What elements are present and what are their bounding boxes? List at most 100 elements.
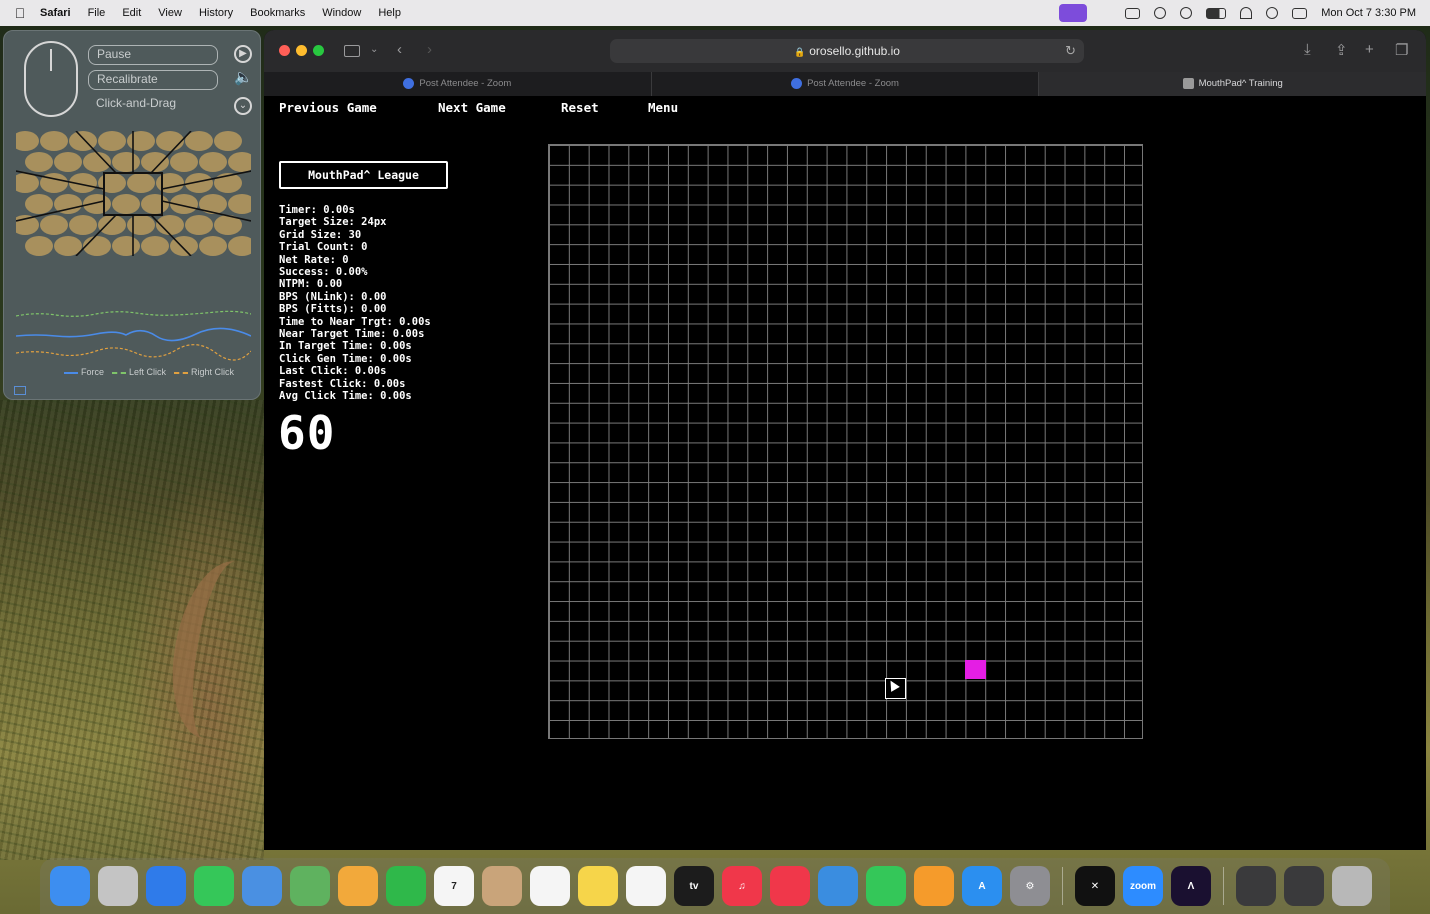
sensor-pad (98, 173, 126, 193)
fullscreen-window-button[interactable] (313, 45, 324, 56)
chevron-down-icon[interactable]: ⌄ (370, 44, 378, 55)
stat-success: Success: 0.00% (279, 266, 368, 279)
menu-link[interactable]: Menu (648, 100, 678, 115)
search-icon[interactable] (1266, 7, 1279, 19)
sensor-pad (25, 194, 53, 214)
previous-game-link[interactable]: Previous Game (279, 100, 377, 115)
news-icon[interactable] (770, 866, 810, 906)
tab-mouthpad-training[interactable]: MouthPad^ Training (1039, 72, 1426, 96)
chevron-down-icon[interactable]: ⌄ (234, 97, 252, 115)
tab-post-attendee-zoom-2[interactable]: Post Attendee - Zoom (652, 72, 1040, 96)
sensor-pad (40, 131, 68, 151)
tab-bar: Post Attendee - Zoom Post Attendee - Zoo… (264, 72, 1426, 96)
finder-icon[interactable] (50, 866, 90, 906)
menu-view[interactable]: View (158, 7, 182, 19)
sensor-pad (112, 194, 140, 214)
sensor-pad (54, 152, 82, 172)
mouthpad-panel: Pause Recalibrate Click-and-Drag ▶ 🔈 ⌄ F… (3, 30, 261, 400)
stat-last-click: Last Click: 0.00s (279, 365, 387, 378)
reload-icon[interactable]: ↻ (1065, 39, 1076, 63)
maps-icon[interactable] (290, 866, 330, 906)
download-icon[interactable]: ⤓ (1304, 41, 1311, 58)
menu-app-name[interactable]: Safari (40, 7, 71, 19)
contacts-icon[interactable] (482, 866, 522, 906)
forward-arrow-icon[interactable]: › (427, 41, 432, 58)
notes-icon[interactable] (578, 866, 618, 906)
trash-icon[interactable] (1332, 866, 1372, 906)
stat-grid-size: Grid Size: 30 (279, 228, 362, 241)
window-thumbnail-icon[interactable] (1284, 866, 1324, 906)
reminders-icon[interactable] (530, 866, 570, 906)
photos-icon[interactable] (338, 866, 378, 906)
system-settings-icon[interactable]: ⚙ (1010, 866, 1050, 906)
play-icon[interactable] (1180, 7, 1193, 19)
stat-bps-nlink: BPS (NLink): 0.00 (279, 290, 387, 303)
browser-toolbar: ⌄ ‹ › 🔒 orosello.github.io ↻ ⤓ ⇪ + ❐ (264, 30, 1426, 72)
launchpad-icon[interactable] (98, 866, 138, 906)
sensor-pad (127, 173, 155, 193)
tab-post-attendee-zoom-1[interactable]: Post Attendee - Zoom (264, 72, 652, 96)
menu-edit[interactable]: Edit (122, 7, 141, 19)
numbers-icon[interactable] (866, 866, 906, 906)
capcut-icon[interactable]: ✕ (1075, 866, 1115, 906)
speaker-icon[interactable]: 🔈 (234, 70, 253, 89)
reset-link[interactable]: Reset (561, 100, 599, 115)
keynote-icon[interactable] (818, 866, 858, 906)
screen-share-icon[interactable] (1059, 4, 1088, 22)
share-icon[interactable]: ⇪ (1335, 41, 1348, 59)
menu-help[interactable]: Help (378, 7, 401, 19)
pause-button[interactable]: Pause (88, 45, 218, 65)
play-icon[interactable]: ▶ (234, 45, 252, 63)
screen-mirror-icon[interactable] (1125, 7, 1141, 19)
sensor-pad (156, 131, 184, 151)
click-and-drag-toggle[interactable]: Click-and-Drag (88, 95, 218, 115)
menu-history[interactable]: History (199, 7, 233, 19)
close-window-button[interactable] (279, 45, 290, 56)
dock-separator (1223, 867, 1224, 905)
zoom-icon[interactable]: zoom (1123, 866, 1163, 906)
target-square[interactable] (965, 660, 986, 679)
pages-icon[interactable] (914, 866, 954, 906)
wifi-icon[interactable] (1240, 7, 1253, 19)
sensor-pad (83, 152, 111, 172)
menubar-clock[interactable]: Mon Oct 7 3:30 PM (1321, 7, 1416, 19)
freeform-icon[interactable] (626, 866, 666, 906)
mail-icon[interactable] (14, 386, 26, 395)
recalibrate-button[interactable]: Recalibrate (88, 70, 218, 90)
messages-icon[interactable] (194, 866, 234, 906)
app-store-icon[interactable]: A (962, 866, 1002, 906)
menu-bookmarks[interactable]: Bookmarks (250, 7, 305, 19)
back-arrow-icon[interactable]: ‹ (397, 41, 402, 58)
tab-overview-icon[interactable]: ❐ (1395, 41, 1408, 59)
new-tab-icon[interactable]: + (1365, 41, 1374, 58)
calendar-icon[interactable]: 7 (434, 866, 474, 906)
control-center-icon[interactable] (1292, 7, 1308, 19)
next-game-link[interactable]: Next Game (438, 100, 506, 115)
address-bar[interactable]: 🔒 orosello.github.io ↻ (610, 39, 1084, 63)
force-trace (16, 327, 251, 342)
game-grid[interactable] (548, 144, 1143, 739)
legend-right-click: Right Click (174, 367, 234, 377)
dock: 7 tv ♫ A ⚙ ✕ zoom Λ (40, 858, 1390, 914)
apple-menu-icon[interactable]:  (0, 5, 40, 21)
safari-icon[interactable] (146, 866, 186, 906)
page-favicon-icon (1182, 77, 1194, 89)
user-icon[interactable] (1154, 7, 1167, 19)
countdown-timer: 60 (278, 406, 336, 460)
window-thumbnail-icon[interactable] (1236, 866, 1276, 906)
legend-left-click: Left Click (112, 367, 166, 377)
mouthpad-app-icon[interactable]: Λ (1171, 866, 1211, 906)
menu-file[interactable]: File (88, 7, 106, 19)
sensor-pad (185, 215, 213, 235)
menu-window[interactable]: Window (322, 7, 361, 19)
facetime-icon[interactable] (386, 866, 426, 906)
sidebar-toggle-icon[interactable] (344, 45, 360, 57)
minimize-window-button[interactable] (296, 45, 307, 56)
music-icon[interactable]: ♫ (722, 866, 762, 906)
apple-tv-icon[interactable]: tv (674, 866, 714, 906)
league-button[interactable]: MouthPad^ League (279, 161, 448, 189)
mail-icon[interactable] (242, 866, 282, 906)
sensor-pad (112, 236, 140, 256)
battery-icon[interactable] (1206, 7, 1227, 19)
cursor-icon (885, 678, 906, 699)
